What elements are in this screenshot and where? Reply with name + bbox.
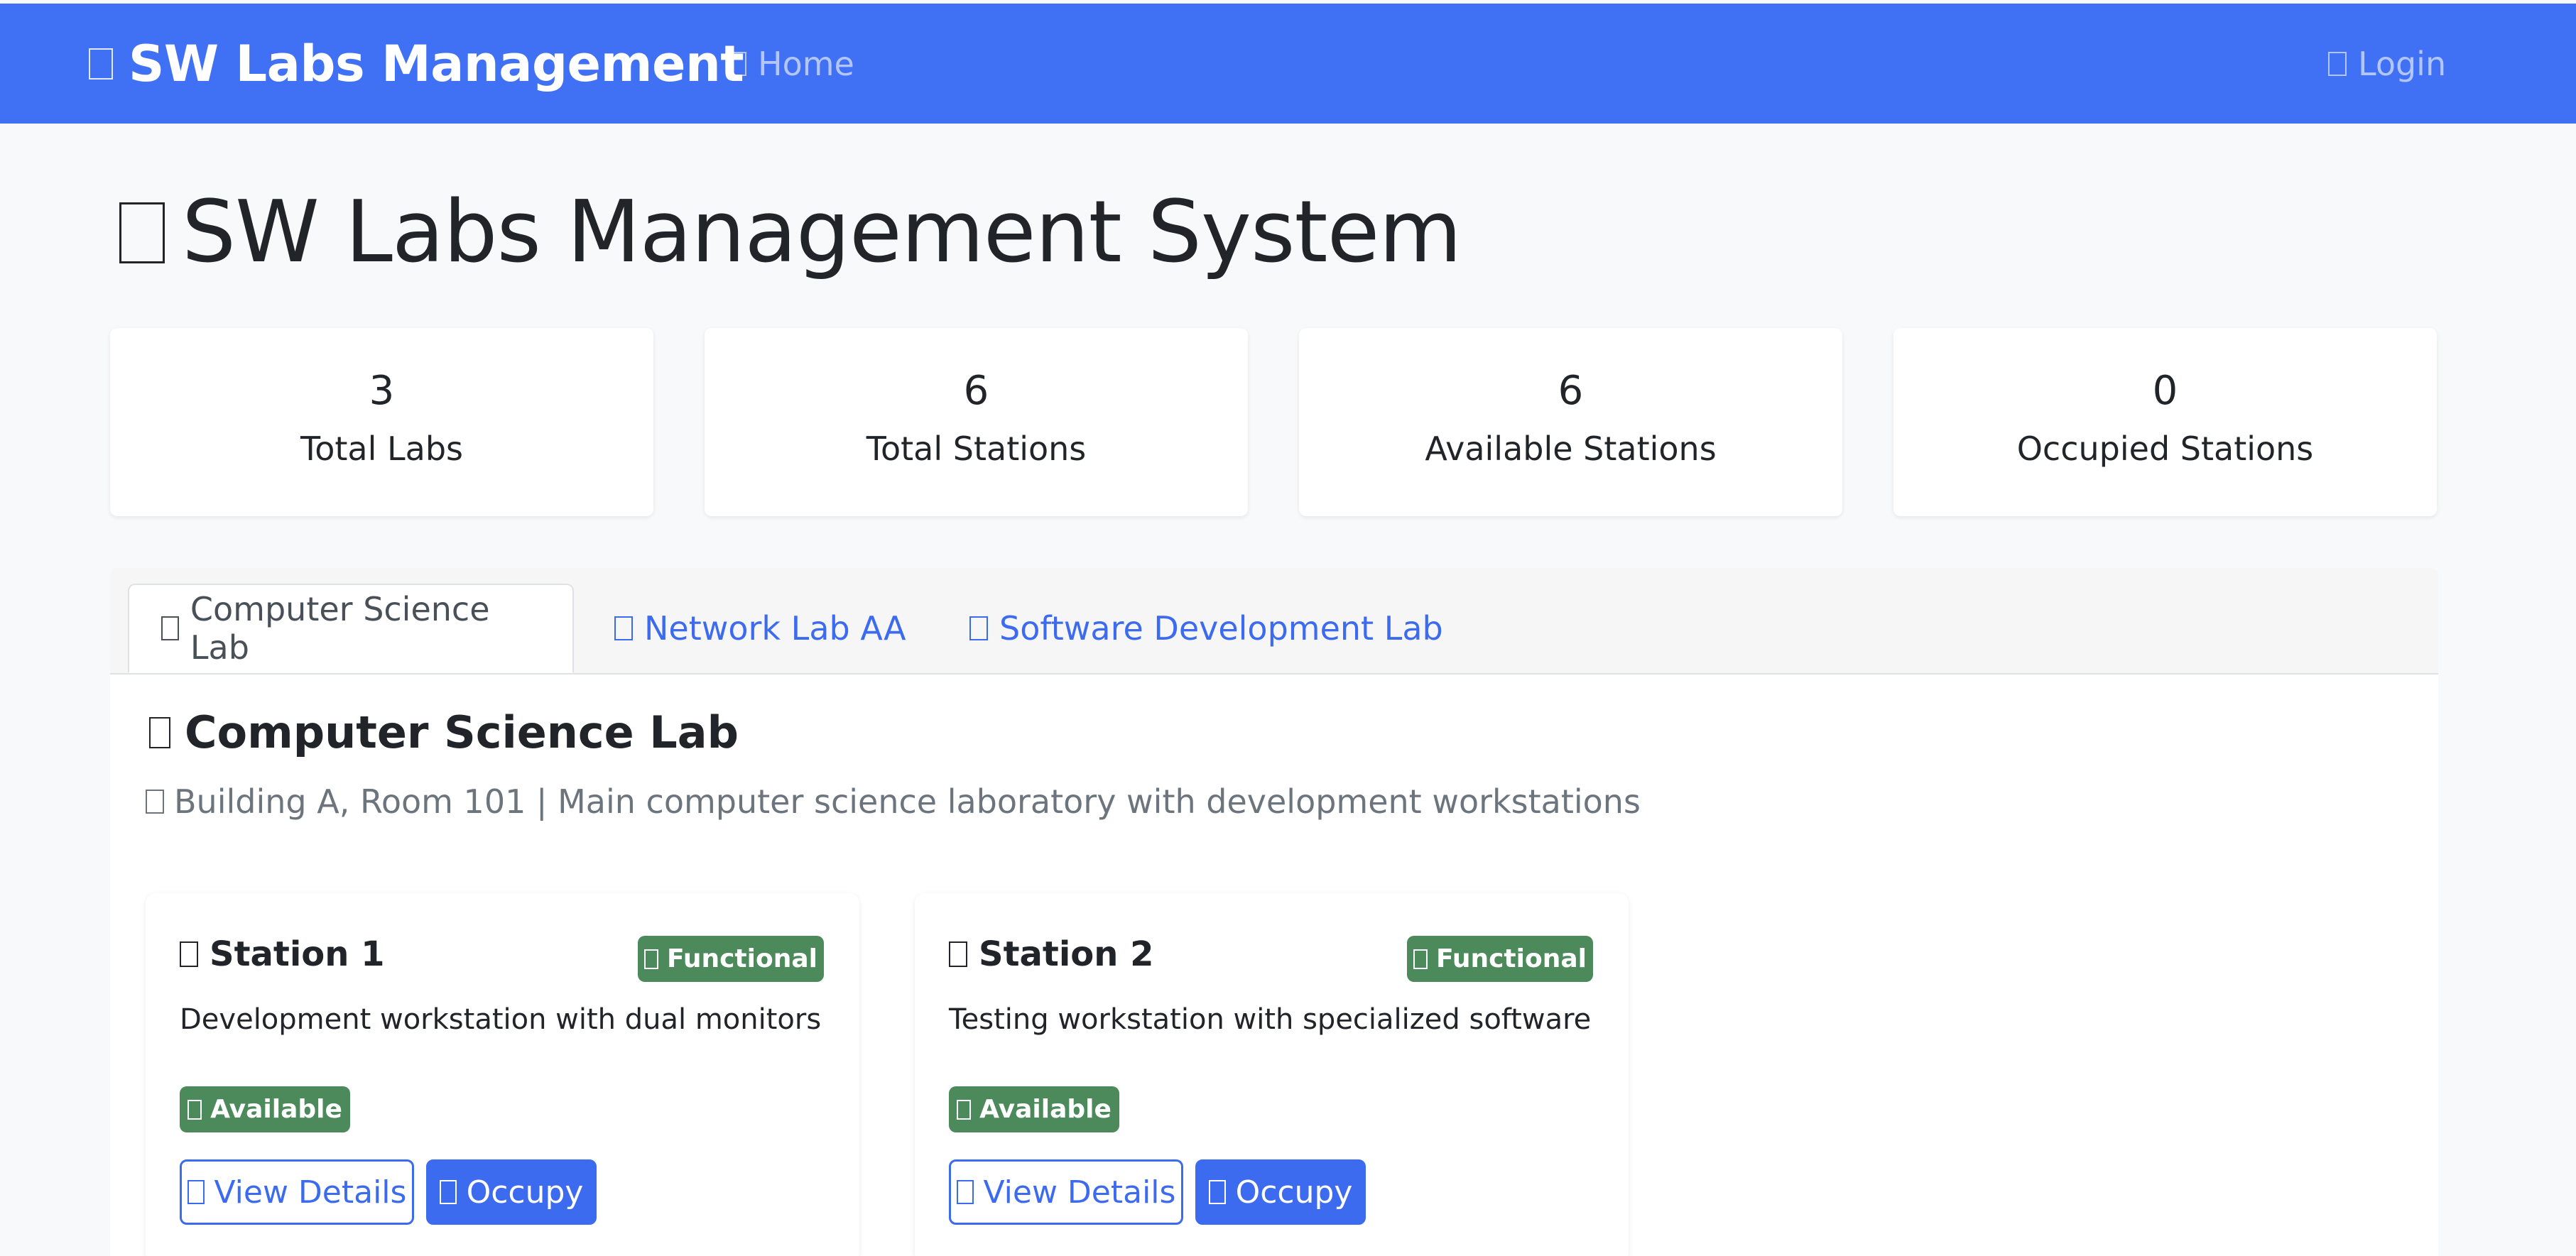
- condition-badge: Functional: [638, 936, 824, 982]
- status-badge: Available: [949, 1086, 1119, 1132]
- tab-label: Computer Science Lab: [190, 590, 490, 667]
- brand-link[interactable]: SW Labs Management: [89, 4, 744, 124]
- condition-badge: Functional: [1407, 936, 1593, 982]
- occupy-label: Occupy: [466, 1174, 584, 1211]
- view-details-label: View Details: [214, 1174, 407, 1211]
- tab-software-development-lab[interactable]: Software Development Lab: [938, 584, 1475, 673]
- check-circle-icon: [957, 1099, 972, 1120]
- stat-card-total-stations: 6 Total Stations: [705, 328, 1248, 516]
- location-icon: [146, 790, 164, 814]
- check-circle-icon: [188, 1099, 202, 1120]
- top-navbar: SW Labs Management Home Login: [0, 4, 2576, 124]
- station-title: Station 2: [949, 934, 1154, 974]
- lab-icon: [161, 616, 179, 640]
- station-description: Development workstation with dual monito…: [180, 1003, 822, 1036]
- station-name: Station 2: [979, 934, 1154, 974]
- login-icon: [2328, 51, 2347, 76]
- station-title: Station 1: [180, 934, 385, 974]
- occupy-label: Occupy: [1235, 1174, 1353, 1211]
- nav-home-label: Home: [758, 44, 854, 83]
- station-description: Testing workstation with specialized sof…: [949, 1003, 1592, 1036]
- lab-icon: [614, 616, 633, 640]
- view-details-label: View Details: [983, 1174, 1176, 1211]
- page-title-text: SW Labs Management System: [182, 183, 1462, 282]
- tab-network-lab-aa[interactable]: Network Lab AA: [582, 584, 938, 673]
- check-icon: [644, 949, 659, 969]
- user-plus-icon: [439, 1180, 457, 1204]
- stat-value: 3: [369, 368, 395, 414]
- station-name: Station 1: [210, 934, 385, 974]
- view-details-button[interactable]: View Details: [180, 1159, 414, 1225]
- stat-label: Occupied Stations: [2016, 430, 2314, 468]
- lab-icon: [119, 202, 165, 263]
- eye-icon: [187, 1180, 205, 1204]
- lab-panel: Computer Science Lab Network Lab AA Soft…: [110, 568, 2438, 1256]
- lab-heading: Computer Science Lab: [149, 706, 739, 758]
- stat-card-available-stations: 6 Available Stations: [1299, 328, 1842, 516]
- condition-label: Functional: [667, 944, 817, 973]
- stat-value: 6: [1558, 368, 1584, 414]
- lab-icon: [969, 616, 988, 640]
- lab-description-text: Building A, Room 101 | Main computer sci…: [174, 782, 1641, 821]
- computer-icon: [180, 941, 198, 967]
- stat-label: Total Labs: [300, 430, 464, 468]
- stat-label: Total Stations: [866, 430, 1087, 468]
- home-icon: [728, 51, 746, 76]
- stat-value: 6: [963, 368, 989, 414]
- station-card: Station 2 Functional Testing workstation…: [915, 893, 1629, 1256]
- nav-login-label: Login: [2358, 44, 2447, 83]
- stat-label: Available Stations: [1425, 430, 1717, 468]
- lab-tabs: Computer Science Lab Network Lab AA Soft…: [110, 568, 2438, 675]
- tab-label: Software Development Lab: [999, 609, 1443, 648]
- tab-computer-science-lab[interactable]: Computer Science Lab: [128, 584, 574, 673]
- lab-heading-text: Computer Science Lab: [185, 706, 739, 758]
- status-label: Available: [210, 1095, 342, 1124]
- lab-description: Building A, Room 101 | Main computer sci…: [146, 782, 1641, 821]
- view-details-button[interactable]: View Details: [949, 1159, 1183, 1225]
- tab-label: Network Lab AA: [644, 609, 906, 648]
- stat-value: 0: [2152, 368, 2178, 414]
- status-label: Available: [979, 1095, 1112, 1124]
- lab-icon: [149, 716, 170, 748]
- status-badge: Available: [180, 1086, 350, 1132]
- station-card: Station 1 Functional Development worksta…: [146, 893, 859, 1256]
- brand-label: SW Labs Management: [129, 34, 744, 93]
- user-plus-icon: [1208, 1180, 1226, 1204]
- nav-home-link[interactable]: Home: [728, 4, 854, 124]
- computer-icon: [949, 941, 967, 967]
- check-icon: [1413, 949, 1428, 969]
- stat-card-occupied-stations: 0 Occupied Stations: [1893, 328, 2437, 516]
- occupy-button[interactable]: Occupy: [1195, 1159, 1366, 1225]
- flask-icon: [89, 48, 113, 80]
- occupy-button[interactable]: Occupy: [426, 1159, 597, 1225]
- page-title: SW Labs Management System: [119, 174, 1462, 291]
- nav-login-link[interactable]: Login: [2328, 4, 2446, 124]
- stat-card-total-labs: 3 Total Labs: [110, 328, 653, 516]
- eye-icon: [956, 1180, 974, 1204]
- condition-label: Functional: [1436, 944, 1587, 973]
